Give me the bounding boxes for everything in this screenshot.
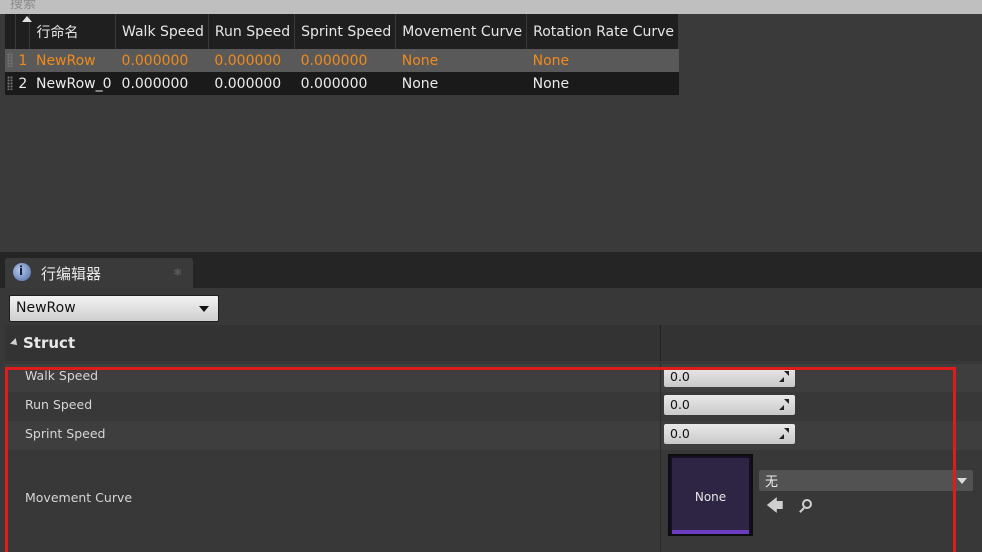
cell-rotation-rate-curve: None — [532, 52, 570, 69]
cell-walk-speed: 0.000000 — [121, 52, 189, 69]
expand-arrows-icon — [779, 428, 790, 439]
column-splitter — [660, 392, 661, 421]
data-table: 行命名 Walk Speed Run Speed Sprint Speed Mo… — [5, 14, 679, 95]
property-row-run-speed: Run Speed 0.0 — [5, 392, 982, 421]
column-header-row-name[interactable]: 行命名 — [29, 14, 117, 49]
table-row[interactable]: 1 NewRow 0.000000 0.000000 0.000000 None… — [5, 49, 679, 72]
cell-rotation-rate-curve: None — [532, 75, 570, 92]
run-speed-label: Run Speed — [25, 397, 93, 412]
column-header-walk-speed[interactable]: Walk Speed — [115, 14, 209, 49]
asset-type-bar — [672, 530, 749, 534]
table-header-row: 行命名 Walk Speed Run Speed Sprint Speed Mo… — [5, 14, 679, 49]
drag-handle[interactable] — [5, 49, 16, 72]
asset-picker-combo[interactable]: 无 — [759, 470, 973, 491]
browse-search-icon[interactable] — [796, 497, 816, 517]
movement-curve-label: Movement Curve — [25, 490, 133, 505]
chevron-down-icon — [957, 478, 967, 484]
use-selected-asset-arrow-icon[interactable]: 🡄 — [766, 497, 786, 515]
struct-category-header[interactable]: Struct — [5, 325, 982, 361]
row-editor-panel: NewRow Struct Walk Speed 0.0 Run Speed 0… — [0, 288, 982, 552]
sprint-speed-value: 0.0 — [670, 426, 690, 441]
cell-walk-speed: 0.000000 — [121, 75, 189, 92]
asset-thumbnail-text: None — [694, 490, 727, 504]
sort-ascending-icon — [22, 16, 33, 22]
index-column-header[interactable] — [15, 14, 33, 49]
column-splitter[interactable] — [660, 325, 661, 361]
asset-thumbnail[interactable]: None — [668, 454, 753, 536]
tab-row-editor[interactable]: 行编辑器 ✱ — [5, 258, 193, 288]
run-speed-value: 0.0 — [670, 397, 690, 412]
data-table-panel: 行命名 Walk Speed Run Speed Sprint Speed Mo… — [0, 14, 982, 252]
collapse-arrow-icon — [10, 338, 20, 348]
walk-speed-label: Walk Speed — [25, 368, 99, 383]
cell-row-name: NewRow — [35, 52, 96, 69]
column-splitter — [660, 421, 661, 450]
row-selector-value: NewRow — [16, 300, 76, 316]
search-input[interactable] — [10, 0, 310, 12]
column-header-rotation-rate-curve[interactable]: Rotation Rate Curve — [526, 14, 679, 49]
row-selector-dropdown[interactable]: NewRow — [9, 295, 219, 322]
chevron-down-icon — [199, 306, 209, 312]
grip-icon — [7, 76, 14, 90]
lens-handle — [799, 507, 805, 513]
cell-row-name: NewRow_0 — [35, 75, 112, 92]
cell-run-speed: 0.000000 — [214, 52, 282, 69]
cell-movement-curve: None — [401, 75, 439, 92]
row-index: 2 — [18, 75, 28, 92]
grip-column-header — [5, 14, 17, 49]
column-splitter — [660, 450, 661, 552]
property-row-sprint-speed: Sprint Speed 0.0 — [5, 421, 982, 450]
tab-strip: 行编辑器 ✱ — [0, 252, 982, 288]
sprint-speed-label: Sprint Speed — [25, 426, 106, 441]
asset-picker-value: 无 — [765, 475, 779, 490]
grip-icon — [7, 53, 14, 67]
drag-handle[interactable] — [5, 72, 16, 95]
table-row[interactable]: 2 NewRow_0 0.000000 0.000000 0.000000 No… — [5, 72, 679, 95]
sprint-speed-input[interactable]: 0.0 — [664, 424, 795, 444]
info-icon — [13, 263, 31, 281]
walk-speed-input[interactable]: 0.0 — [664, 367, 795, 387]
tab-label: 行编辑器 — [41, 265, 102, 283]
expand-arrows-icon — [779, 399, 790, 410]
row-index: 1 — [18, 52, 28, 69]
struct-title: Struct — [23, 334, 76, 352]
run-speed-input[interactable]: 0.0 — [664, 395, 795, 415]
cell-sprint-speed: 0.000000 — [300, 75, 368, 92]
search-bar — [0, 0, 982, 14]
column-header-sprint-speed[interactable]: Sprint Speed — [294, 14, 397, 49]
column-splitter — [660, 364, 661, 392]
close-icon[interactable]: ✱ — [173, 266, 182, 279]
column-header-movement-curve[interactable]: Movement Curve — [395, 14, 528, 49]
expand-arrows-icon — [779, 371, 790, 382]
cell-movement-curve: None — [401, 52, 439, 69]
column-header-run-speed[interactable]: Run Speed — [208, 14, 296, 49]
cell-run-speed: 0.000000 — [214, 75, 282, 92]
asset-thumbnail-inner: None — [672, 458, 749, 532]
property-row-movement-curve: Movement Curve None 无 🡄 — [5, 450, 982, 552]
property-row-walk-speed: Walk Speed 0.0 — [5, 364, 982, 392]
cell-sprint-speed: 0.000000 — [300, 52, 368, 69]
walk-speed-value: 0.0 — [670, 369, 690, 384]
